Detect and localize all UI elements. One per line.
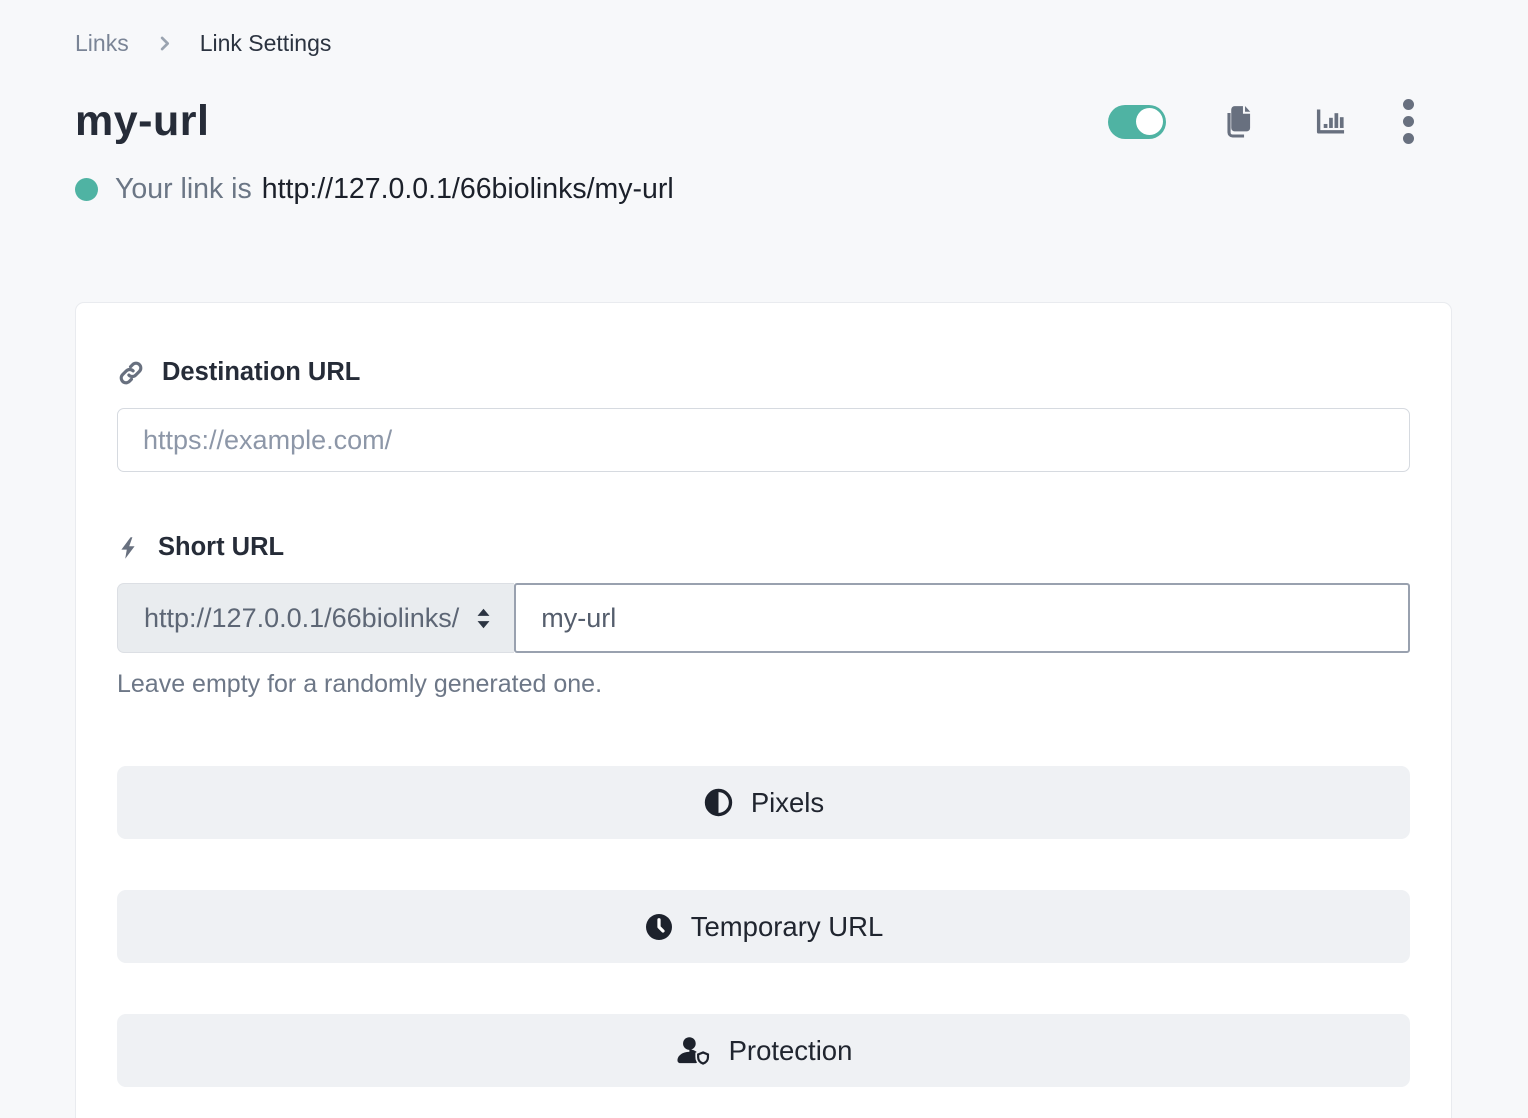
status-dot-icon — [75, 178, 98, 201]
copy-icon[interactable] — [1220, 103, 1258, 141]
pixels-button[interactable]: Pixels — [117, 766, 1410, 839]
short-domain-value: http://127.0.0.1/66biolinks/ — [144, 603, 459, 634]
protection-button[interactable]: Protection — [117, 1014, 1410, 1087]
link-active-toggle[interactable] — [1108, 105, 1166, 139]
short-url-group: http://127.0.0.1/66biolinks/ — [117, 583, 1410, 653]
link-settings-page: Links Link Settings my-url — [0, 0, 1528, 1118]
destination-url-input[interactable] — [117, 408, 1410, 472]
protection-button-label: Protection — [729, 1035, 853, 1067]
statistics-icon[interactable] — [1312, 103, 1349, 140]
link-settings-card: Destination URL Short URL http://127.0.0… — [75, 302, 1452, 1118]
breadcrumb: Links Link Settings — [75, 30, 1452, 57]
breadcrumb-links[interactable]: Links — [75, 30, 129, 57]
user-shield-icon — [675, 1035, 712, 1066]
pixels-button-label: Pixels — [751, 787, 824, 819]
temporary-url-button[interactable]: Temporary URL — [117, 890, 1410, 963]
destination-url-label-text: Destination URL — [162, 358, 360, 387]
status-url: http://127.0.0.1/66biolinks/my-url — [262, 173, 674, 206]
select-arrows-icon — [474, 607, 493, 630]
header-controls — [1108, 99, 1452, 144]
link-icon — [117, 359, 145, 387]
short-url-label: Short URL — [117, 533, 1410, 562]
short-domain-select[interactable]: http://127.0.0.1/66biolinks/ — [117, 583, 514, 653]
chevron-right-icon — [155, 34, 174, 53]
short-url-help: Leave empty for a randomly generated one… — [117, 670, 1410, 699]
status-label: Your link is — [115, 173, 252, 206]
half-circle-icon — [703, 787, 734, 818]
more-menu-icon[interactable] — [1403, 99, 1414, 144]
destination-url-label: Destination URL — [117, 358, 1410, 387]
short-url-label-text: Short URL — [158, 533, 284, 562]
toggle-knob — [1136, 108, 1163, 135]
bolt-icon — [117, 534, 141, 562]
page-title: my-url — [75, 97, 209, 146]
clock-icon — [644, 912, 674, 942]
short-url-input[interactable] — [514, 583, 1410, 653]
header-row: my-url — [75, 97, 1452, 146]
temporary-url-button-label: Temporary URL — [691, 911, 884, 943]
breadcrumb-link-settings: Link Settings — [200, 30, 332, 57]
link-status: Your link is http://127.0.0.1/66biolinks… — [75, 173, 1452, 206]
